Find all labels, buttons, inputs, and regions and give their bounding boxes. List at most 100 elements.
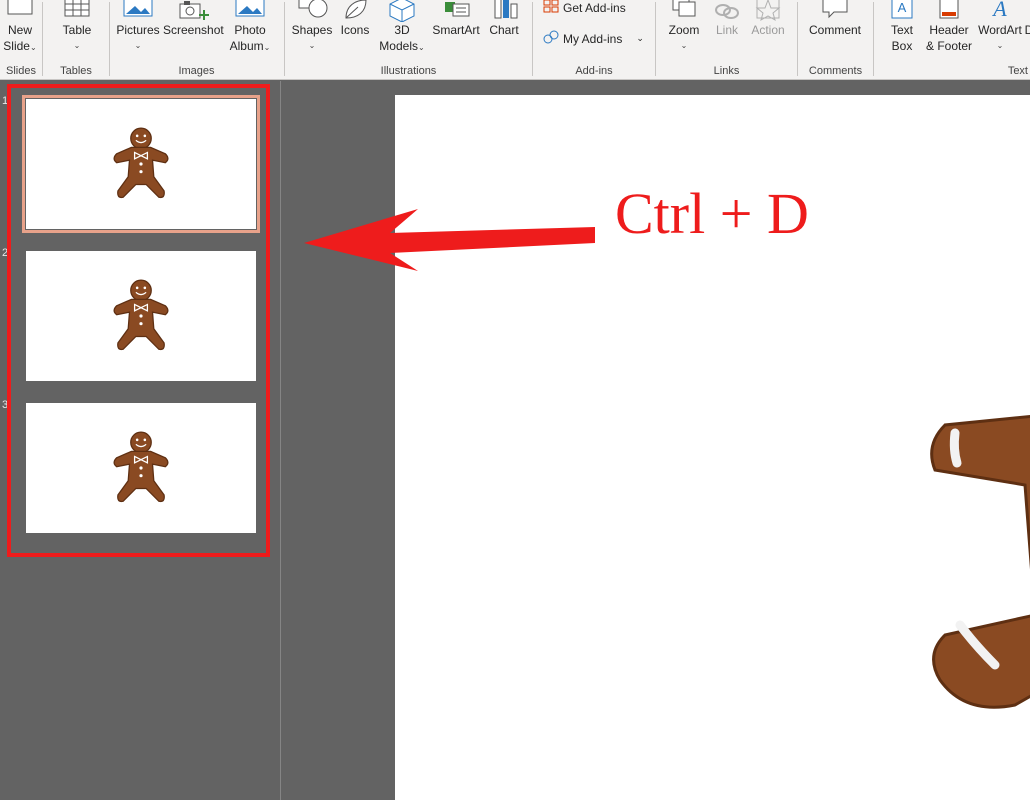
3d-models-button[interactable]: 3D Models⌄	[377, 0, 427, 56]
group-label-comments: Comments	[808, 65, 863, 77]
slide-thumbnail-1[interactable]	[22, 95, 260, 233]
comment-label: Comment	[808, 23, 861, 37]
slide-thumbnail-3[interactable]	[26, 403, 256, 533]
chevron-down-icon: ⌄	[308, 41, 316, 50]
smartart-button[interactable]: SmartArt	[431, 0, 481, 38]
new-slide-label-2: Slide	[3, 39, 30, 53]
slide-thumbnail-2[interactable]	[26, 251, 256, 381]
group-illustrations: Shapes ⌄ Icons 3D Models⌄ SmartArt Chart…	[285, 0, 532, 79]
text-box-label-2: Box	[891, 39, 913, 53]
chevron-down-icon[interactable]: ⌄	[636, 33, 644, 44]
photo-album-icon	[227, 0, 273, 22]
action-button[interactable]: Action	[748, 0, 788, 38]
gingerbread-man-image	[113, 431, 169, 503]
gingerbread-man-image-large[interactable]	[925, 285, 1030, 725]
group-label-illustrations: Illustrations	[380, 65, 437, 77]
header-footer-button[interactable]: Header & Footer	[924, 0, 974, 54]
chevron-down-icon: ⌄	[680, 41, 688, 50]
my-addins-button[interactable]: My Add-ins ⌄	[543, 30, 644, 47]
group-tables: Table ⌄ Tables	[43, 0, 109, 79]
chevron-down-icon: ⌄	[134, 41, 142, 50]
red-arrow-icon	[304, 209, 595, 271]
group-label-links: Links	[713, 65, 740, 77]
shapes-icon	[291, 0, 333, 22]
slide-number: 3	[2, 399, 9, 411]
smartart-icon	[431, 0, 481, 22]
chevron-down-icon: ⌄	[417, 43, 425, 52]
action-label: Action	[751, 23, 785, 37]
3d-models-label-2: Models	[379, 39, 418, 53]
ribbon: New Slide⌄ Slides Table ⌄ Tables Picture…	[0, 0, 1030, 80]
pictures-button[interactable]: Pictures ⌄	[114, 0, 162, 54]
gingerbread-man-image	[113, 127, 169, 199]
link-label: Link	[715, 23, 738, 37]
picture-icon	[114, 0, 162, 22]
table-icon	[57, 0, 97, 22]
group-label-images: Images	[178, 65, 215, 77]
screenshot-label: Screenshot	[163, 23, 224, 37]
group-addins: Get Add-ins My Add-ins ⌄ Add-ins	[533, 0, 655, 79]
pictures-label: Pictures	[116, 23, 160, 37]
chart-button[interactable]: Chart	[485, 0, 523, 38]
table-label: Table	[62, 23, 92, 37]
header-footer-icon	[924, 0, 974, 22]
wordart-button[interactable]: A WordArt ⌄	[976, 0, 1024, 54]
addins-icon	[543, 30, 559, 47]
group-slides: New Slide⌄ Slides	[0, 0, 42, 79]
comment-button[interactable]: Comment	[804, 0, 866, 38]
leaf-icon	[337, 0, 373, 22]
icons-label: Icons	[340, 23, 370, 37]
photo-album-label-2: Album	[229, 39, 264, 53]
link-button[interactable]: Link	[710, 0, 744, 38]
smartart-label: SmartArt	[432, 23, 480, 37]
text-box-icon: A	[884, 0, 920, 22]
photo-album-label-1: Photo	[234, 23, 266, 37]
action-star-icon	[748, 0, 788, 22]
zoom-label: Zoom	[668, 23, 700, 37]
group-links: Zoom ⌄ Link Action Links	[656, 0, 797, 79]
slide-thumbnail-pane: 1 2 3	[0, 81, 281, 800]
shortcut-annotation: Ctrl + D	[615, 181, 809, 246]
header-footer-label-1: Header	[929, 23, 969, 37]
new-slide-icon	[0, 0, 40, 22]
cube-icon	[377, 0, 427, 23]
group-label-text: Text	[1007, 65, 1028, 77]
comment-icon	[804, 0, 866, 22]
group-label-addins: Add-ins	[575, 65, 613, 77]
photo-album-button[interactable]: Photo Album⌄	[227, 0, 273, 56]
new-slide-label-1: New	[7, 23, 32, 37]
text-box-button[interactable]: A Text Box	[884, 0, 920, 54]
truncated-button[interactable]: D	[1024, 0, 1030, 38]
group-text: A Text Box Header & Footer A WordArt ⌄ D…	[874, 0, 1030, 79]
slide-number: 1	[2, 95, 9, 107]
chevron-down-icon: ⌄	[263, 43, 271, 52]
group-images: Pictures ⌄ Screenshot Photo Album⌄ Image…	[110, 0, 283, 79]
camera-icon	[163, 0, 223, 22]
screenshot-button[interactable]: Screenshot	[163, 0, 224, 38]
chart-label: Chart	[489, 23, 519, 37]
zoom-button[interactable]: Zoom ⌄	[664, 0, 704, 54]
table-button[interactable]: Table ⌄	[57, 0, 97, 54]
3d-models-label-1: 3D	[394, 23, 410, 37]
group-label-slides: Slides	[6, 65, 36, 77]
get-addins-label: Get Add-ins	[563, 0, 626, 15]
gingerbread-man-image	[113, 279, 169, 351]
link-icon	[710, 0, 744, 22]
store-icon	[543, 0, 559, 16]
new-slide-button[interactable]: New Slide⌄	[0, 0, 40, 56]
text-box-label-1: Text	[890, 23, 913, 37]
chart-icon	[485, 0, 523, 22]
group-label-tables: Tables	[60, 65, 92, 77]
get-addins-button[interactable]: Get Add-ins	[543, 0, 626, 16]
chevron-down-icon: ⌄	[29, 43, 37, 52]
wordart-icon: A	[976, 0, 1024, 22]
truncated-label: D	[1024, 22, 1030, 38]
icons-button[interactable]: Icons	[337, 0, 373, 38]
svg-text:A: A	[991, 0, 1007, 21]
shapes-label: Shapes	[291, 23, 333, 37]
shapes-button[interactable]: Shapes ⌄	[291, 0, 333, 54]
my-addins-label: My Add-ins	[563, 31, 623, 46]
header-footer-label-2: & Footer	[925, 39, 973, 53]
chevron-down-icon: ⌄	[996, 41, 1004, 50]
slide-number: 2	[2, 247, 9, 259]
